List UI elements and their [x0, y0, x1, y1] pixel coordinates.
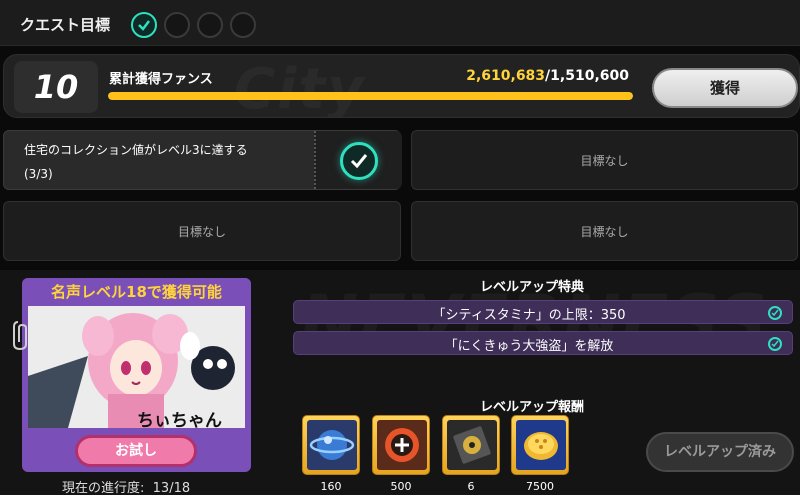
check-icon: [768, 306, 782, 320]
progress-text: 現在の進行度: 13/18: [62, 477, 190, 495]
background-decoration: City: [234, 57, 538, 117]
perk-label: 「にくきゅう大強盗」を解放: [444, 339, 614, 354]
reward-item[interactable]: [511, 415, 569, 475]
goal-cell-empty: 目標なし: [411, 130, 798, 190]
quest-title: クエスト目標: [20, 16, 111, 34]
level-number: 10: [33, 68, 79, 106]
perk-label: 「シティスタミナ」の上限：350: [432, 308, 626, 323]
character-name: ちぃちゃん: [137, 411, 222, 431]
perk-row: 「シティスタミナ」の上限：350: [293, 300, 793, 324]
character-unlock-label: 名声レベル18で獲得可能: [22, 278, 251, 306]
rewards-title: レベルアップ報酬: [480, 400, 585, 415]
check-icon: [768, 337, 782, 351]
check-icon: [138, 20, 150, 31]
quest-dot: [164, 12, 190, 38]
fans-label: 累計獲得ファンス: [109, 72, 213, 87]
gold-coin-icon: [516, 420, 566, 470]
reward-item[interactable]: [442, 415, 500, 475]
goal-empty-label: 目標なし: [177, 225, 226, 239]
goal-empty-label: 目標なし: [580, 154, 629, 168]
goal-cell-empty: 目標なし: [3, 201, 401, 261]
blue-orb-icon: [307, 420, 357, 470]
progress-label: 現在の進行度:: [62, 481, 145, 495]
goal-check-area: [314, 131, 402, 189]
fans-progress-row: City 10 累計獲得ファンス 2,610,683/1,510,600 獲得: [3, 54, 800, 118]
claim-button[interactable]: 獲得: [652, 68, 798, 108]
reward-item[interactable]: [302, 415, 360, 475]
fans-current: 2,610,683: [466, 68, 546, 84]
fans-value: 2,610,683/1,510,600: [466, 68, 629, 84]
quest-dot-completed: [131, 12, 157, 38]
fans-progress-bar: [108, 92, 633, 100]
reward-count: 6: [467, 480, 475, 493]
goal-cell-empty: 目標なし: [411, 201, 798, 261]
character-card: 名声レベル18で獲得可能 ちぃちゃん お試し: [22, 278, 251, 472]
level-badge: 10: [14, 61, 98, 113]
fans-required: /1,510,600: [545, 68, 629, 84]
goal-cell-completed: 住宅のコレクション値がレベル3に達する (3/3): [3, 130, 402, 190]
quest-header: クエスト目標: [0, 0, 800, 46]
check-icon: [340, 142, 378, 180]
progress-value: 13/18: [152, 481, 191, 495]
goal-text: 住宅のコレクション値がレベル3に達する: [24, 143, 248, 157]
goal-progress: (3/3): [24, 167, 53, 181]
reward-count: 7500: [526, 480, 554, 493]
reward-count: 500: [390, 480, 412, 493]
goal-empty-label: 目標なし: [580, 225, 629, 239]
perk-row: 「にくきゅう大強盗」を解放: [293, 331, 793, 355]
perks-title: レベルアップ特典: [480, 280, 585, 295]
reward-item[interactable]: [372, 415, 430, 475]
level-up-done-button: レベルアップ済み: [646, 432, 794, 472]
disc-case-icon: [447, 420, 497, 470]
reward-count: 160: [320, 480, 342, 493]
try-button[interactable]: お試し: [75, 435, 197, 467]
paperclip-icon: [13, 321, 27, 351]
quest-dot: [197, 12, 223, 38]
hunter-badge-icon: [377, 420, 427, 470]
quest-dot: [230, 12, 256, 38]
fans-progress-fill: [108, 92, 633, 100]
